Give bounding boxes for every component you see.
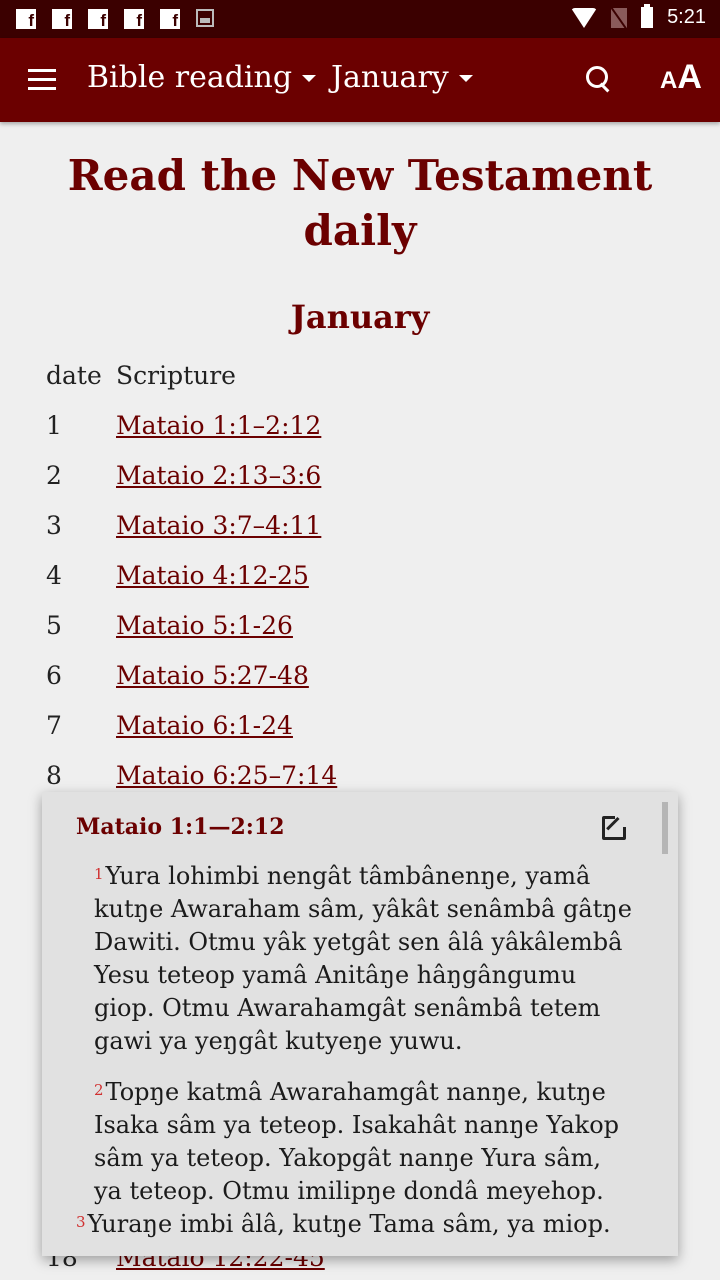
table-row: 1 Mataio 1:1–2:12 bbox=[46, 400, 337, 450]
column-header-scripture: Scripture bbox=[116, 360, 236, 390]
verse-number: 3 bbox=[76, 1213, 86, 1231]
popup-text: 1Yura lohimbi nengât tâmbânenŋe, yamâ ku… bbox=[76, 860, 636, 1259]
no-sim-icon bbox=[611, 7, 628, 28]
page-title: Read the New Testament daily bbox=[67, 151, 653, 255]
plan-dropdown-label: Bible reading bbox=[87, 60, 293, 95]
row-date: 5 bbox=[46, 610, 62, 640]
search-icon[interactable] bbox=[584, 64, 614, 96]
verse-text: Topŋe katmâ Awarahamgât nanŋe, kutŋe Isa… bbox=[94, 1078, 620, 1205]
row-date: 7 bbox=[46, 710, 62, 740]
scripture-link[interactable]: Mataio 5:27-48 bbox=[116, 661, 309, 690]
reading-table: date Scripture 1 Mataio 1:1–2:12 2 Mataio … bbox=[46, 350, 337, 800]
wifi-icon bbox=[571, 7, 598, 28]
table-row: 6 Mataio 5:27-48 bbox=[46, 650, 337, 700]
text-size-icon[interactable]: AA bbox=[660, 58, 702, 97]
popup-reference: Mataio 1:1—2:12 bbox=[76, 814, 285, 840]
verse-text: Yuraŋe imbi âlâ, kutŋe Tama sâm, ya miop… bbox=[87, 1210, 611, 1238]
battery-icon bbox=[641, 4, 654, 28]
scripture-link[interactable]: Mataio 1:1–2:12 bbox=[116, 411, 321, 440]
row-date: 2 bbox=[46, 460, 62, 490]
facebook-icon: f bbox=[160, 9, 180, 29]
caret-down-icon bbox=[458, 75, 473, 82]
status-bar: f f f f f 5:21 bbox=[0, 0, 720, 38]
app-bar: Bible reading January AA bbox=[0, 38, 720, 122]
facebook-icon: f bbox=[52, 9, 72, 29]
open-in-new-icon[interactable] bbox=[602, 815, 627, 840]
image-icon bbox=[196, 9, 214, 27]
reading-plan-content: Read the New Testament daily January dat… bbox=[0, 122, 720, 790]
table-row: 5 Mataio 5:1-26 bbox=[46, 600, 337, 650]
scripture-link[interactable]: Mataio 6:25–7:14 bbox=[116, 761, 337, 790]
row-date: 1 bbox=[46, 410, 62, 440]
table-header: date Scripture bbox=[46, 350, 337, 400]
verse: 3Yuraŋe imbi âlâ, kutŋe Tama sâm, ya mio… bbox=[76, 1208, 636, 1241]
facebook-icon: f bbox=[16, 9, 36, 29]
plan-dropdown[interactable]: Bible reading bbox=[87, 60, 317, 95]
verse: 2Topŋe katmâ Awarahamgât nanŋe, kutŋe Is… bbox=[76, 1076, 636, 1208]
table-row: 2 Mataio 2:13–3:6 bbox=[46, 450, 337, 500]
caret-down-icon bbox=[302, 75, 317, 82]
row-date: 6 bbox=[46, 660, 62, 690]
month-dropdown-label: January bbox=[331, 60, 449, 95]
scripture-link[interactable]: Mataio 4:12-25 bbox=[116, 561, 309, 590]
verse: 1Yura lohimbi nengât tâmbânenŋe, yamâ ku… bbox=[76, 860, 636, 1058]
scripture-link[interactable]: Mataio 2:13–3:6 bbox=[116, 461, 321, 490]
scripture-link[interactable]: Mataio 3:7–4:11 bbox=[116, 511, 321, 540]
scripture-link[interactable]: Mataio 6:1-24 bbox=[116, 711, 293, 740]
scripture-link[interactable]: Mataio 5:1-26 bbox=[116, 611, 293, 640]
popup-scrollbar[interactable] bbox=[662, 802, 668, 854]
facebook-icon: f bbox=[88, 9, 108, 29]
table-row: 7 Mataio 6:1-24 bbox=[46, 700, 337, 750]
row-date: 3 bbox=[46, 510, 62, 540]
clock: 5:21 bbox=[667, 6, 706, 28]
row-date: 8 bbox=[46, 760, 62, 790]
verse-preview-popup: Mataio 1:1—2:12 1Yura lohimbi nengât tâm… bbox=[42, 792, 678, 1256]
column-header-date: date bbox=[46, 360, 102, 390]
verse-number: 1 bbox=[94, 865, 104, 883]
verse-text: Yura lohimbi nengât tâmbânenŋe, yamâ kut… bbox=[94, 862, 632, 1055]
row-date: 4 bbox=[46, 560, 62, 590]
table-row: 4 Mataio 4:12-25 bbox=[46, 550, 337, 600]
menu-icon[interactable] bbox=[28, 69, 56, 91]
month-heading: January bbox=[290, 298, 430, 336]
table-row: 3 Mataio 3:7–4:11 bbox=[46, 500, 337, 550]
facebook-icon: f bbox=[124, 9, 144, 29]
verse-number: 2 bbox=[94, 1081, 104, 1099]
month-dropdown[interactable]: January bbox=[331, 60, 473, 95]
